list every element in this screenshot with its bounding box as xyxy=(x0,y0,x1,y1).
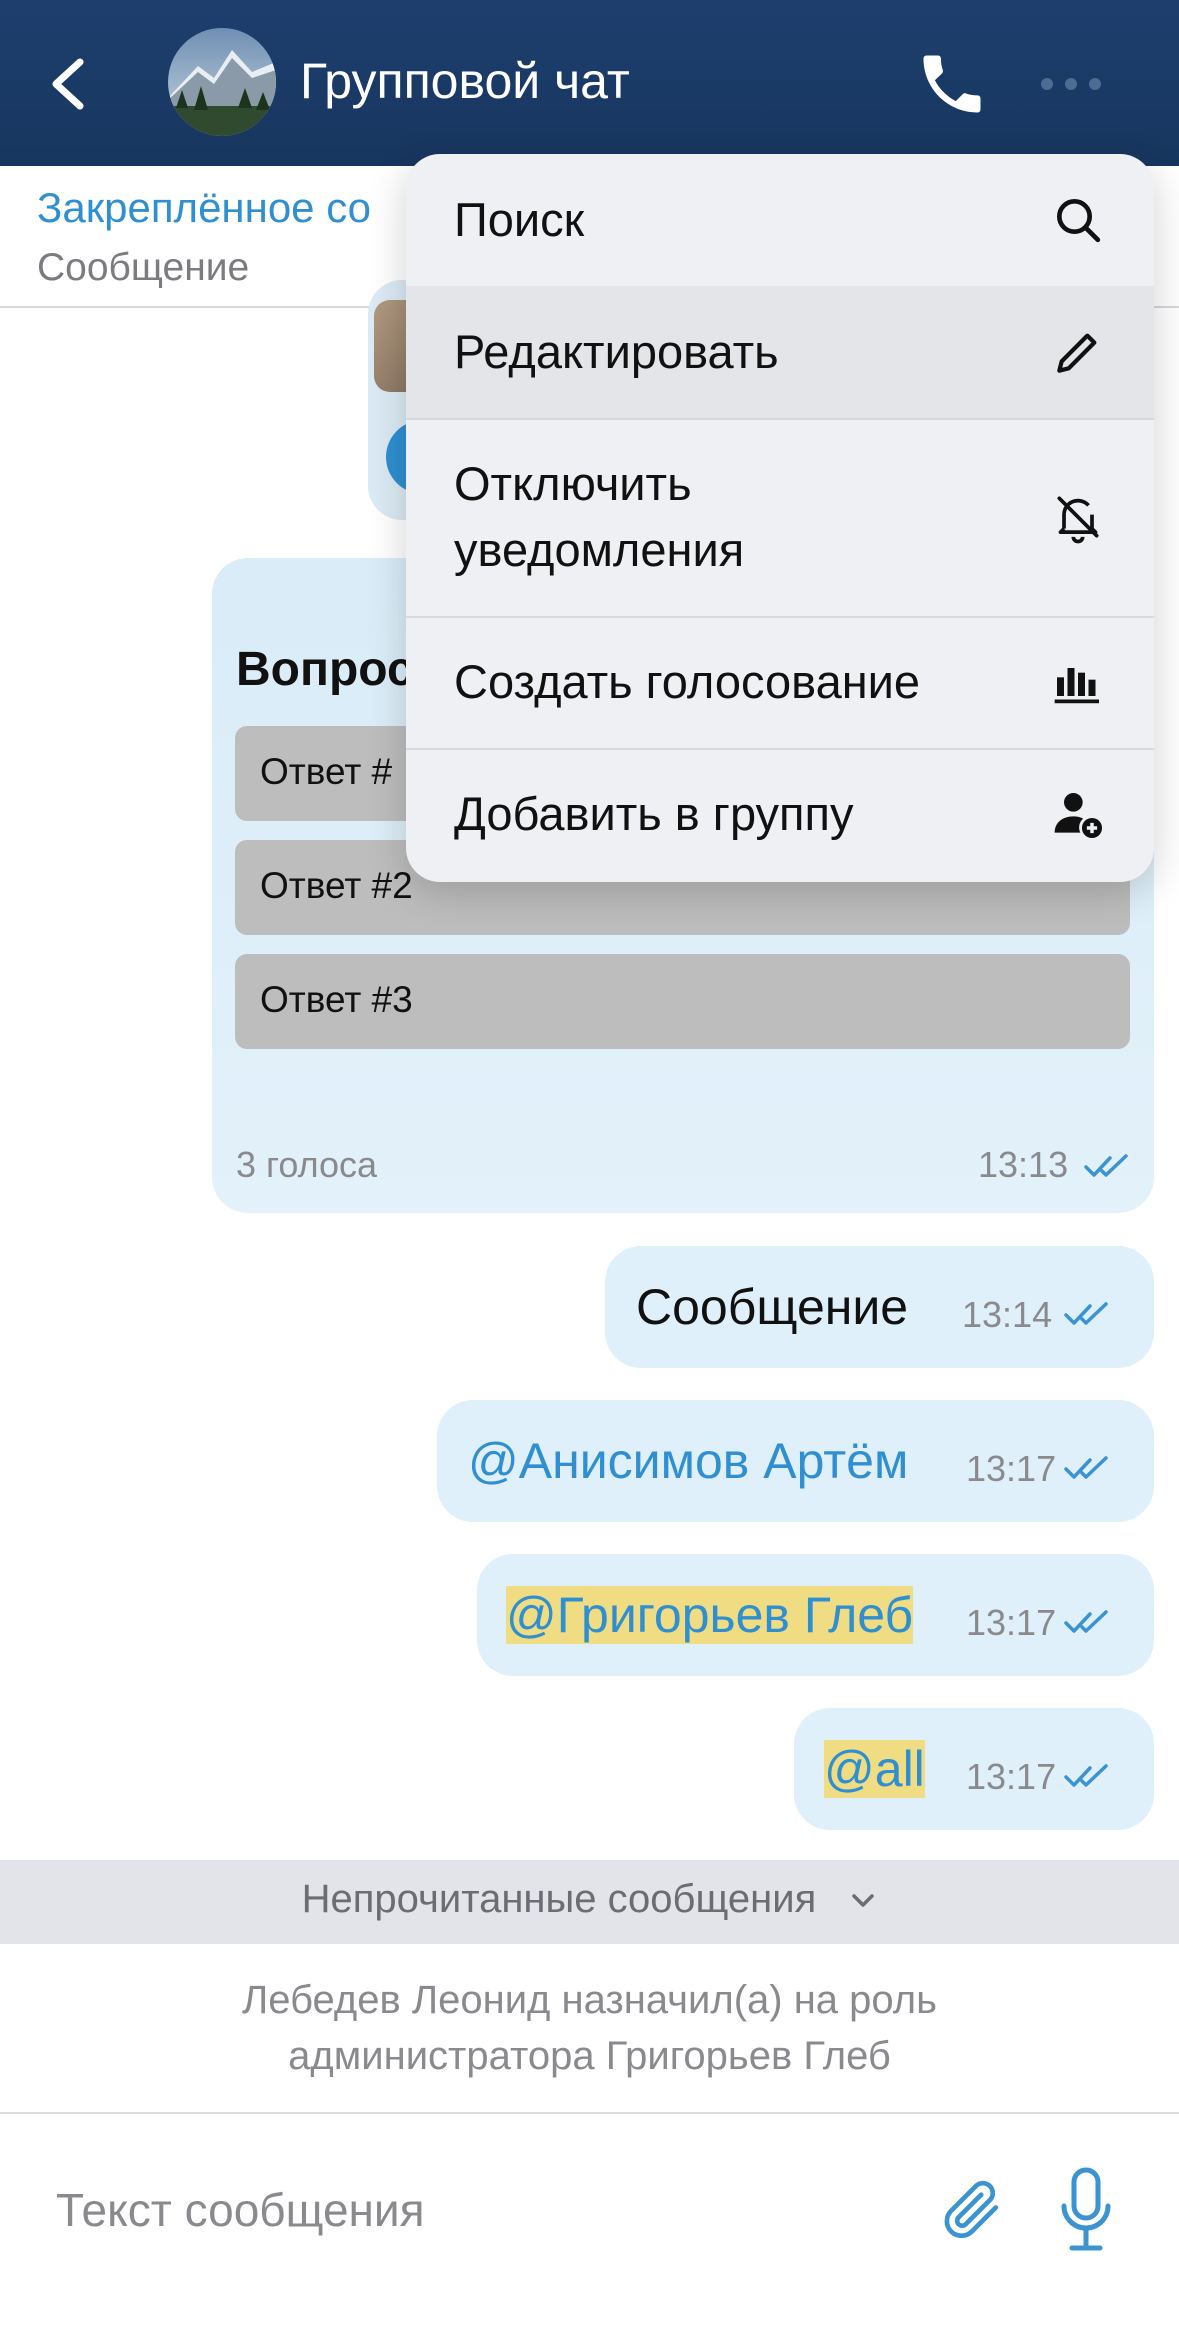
menu-item-search[interactable]: Поиск xyxy=(406,154,1154,288)
poll-option-label: Ответ #2 xyxy=(260,865,413,906)
message-time: 13:13 xyxy=(978,1144,1069,1185)
menu-item-label: Добавить в группу xyxy=(454,787,854,840)
mountain-avatar-image xyxy=(168,28,276,136)
chat-options-menu: Поиск Редактировать Отключить уведомлени… xyxy=(406,154,1154,882)
chevron-left-icon xyxy=(52,58,84,110)
system-message: Лебедев Леонид назначил(а) на роль админ… xyxy=(120,1972,1059,2084)
message-text: Сообщение xyxy=(636,1279,909,1335)
add-user-icon xyxy=(1054,793,1103,839)
menu-item-label: Редактировать xyxy=(454,325,779,378)
paperclip-icon xyxy=(944,2180,999,2239)
double-check-icon xyxy=(1064,1610,1108,1633)
menu-item-mute-notifications[interactable]: Отключить уведомления xyxy=(406,418,1154,618)
system-message-line: Лебедев Леонид назначил(а) на роль xyxy=(242,1978,937,2022)
chat-title: Групповой чат xyxy=(300,53,630,109)
double-check-icon xyxy=(1084,1154,1128,1177)
back-button[interactable] xyxy=(40,44,96,124)
poll-option-label: Ответ # xyxy=(260,751,393,792)
menu-item-label: Отключить уведомления xyxy=(454,451,744,583)
message-time: 13:17 xyxy=(966,1448,1057,1489)
unread-messages-label: Непрочитанные сообщения xyxy=(0,1877,1179,1922)
mention-link[interactable]: @Анисимов Артём xyxy=(468,1432,908,1490)
menu-item-create-poll[interactable]: Создать голосование xyxy=(406,616,1154,750)
message-time: 13:17 xyxy=(966,1756,1057,1797)
pinned-title: Закреплённое со xyxy=(37,184,372,231)
microphone-icon xyxy=(1061,2167,1111,2251)
menu-item-label: Создать голосование xyxy=(454,655,921,708)
unread-messages-text: Непрочитанные сообщения xyxy=(301,1877,817,1921)
poll-option-3[interactable]: Ответ #3 xyxy=(235,954,1130,1049)
system-message-line: администратора Григорьев Глеб xyxy=(288,2034,891,2078)
message-time: 13:14 xyxy=(962,1294,1053,1335)
menu-item-add-to-group[interactable]: Добавить в группу xyxy=(406,748,1154,882)
voice-record-button[interactable] xyxy=(1058,2164,1114,2260)
pinned-preview: Сообщение xyxy=(37,246,250,289)
call-button[interactable] xyxy=(914,46,990,122)
double-check-icon xyxy=(1064,1456,1108,1479)
poll-question: Вопрос xyxy=(236,643,414,696)
menu-item-label-line: Отключить xyxy=(454,457,692,510)
more-options-button[interactable] xyxy=(1036,60,1106,108)
phone-icon xyxy=(923,55,981,113)
menu-item-label: Поиск xyxy=(454,193,585,246)
poll-option-label: Ответ #3 xyxy=(260,979,413,1020)
menu-item-edit[interactable]: Редактировать xyxy=(406,286,1154,420)
chevron-down-icon xyxy=(852,1894,875,1908)
message-time: 13:17 xyxy=(966,1602,1057,1643)
group-avatar[interactable] xyxy=(168,28,276,136)
bell-off-icon xyxy=(1057,496,1099,544)
mention-link[interactable]: @all xyxy=(824,1740,925,1798)
menu-item-label-line: уведомления xyxy=(454,523,745,576)
search-icon xyxy=(1057,199,1101,243)
double-check-icon xyxy=(1064,1764,1108,1787)
mention-link[interactable]: @Григорьев Глеб xyxy=(506,1586,914,1644)
message-input[interactable] xyxy=(54,2174,878,2246)
pencil-icon xyxy=(1057,333,1097,373)
poll-chart-icon xyxy=(1054,668,1099,704)
attach-button[interactable] xyxy=(936,2164,1006,2254)
poll-vote-count: 3 голоса xyxy=(236,1144,378,1185)
double-check-icon xyxy=(1064,1302,1108,1325)
more-dots-icon xyxy=(1041,78,1101,90)
